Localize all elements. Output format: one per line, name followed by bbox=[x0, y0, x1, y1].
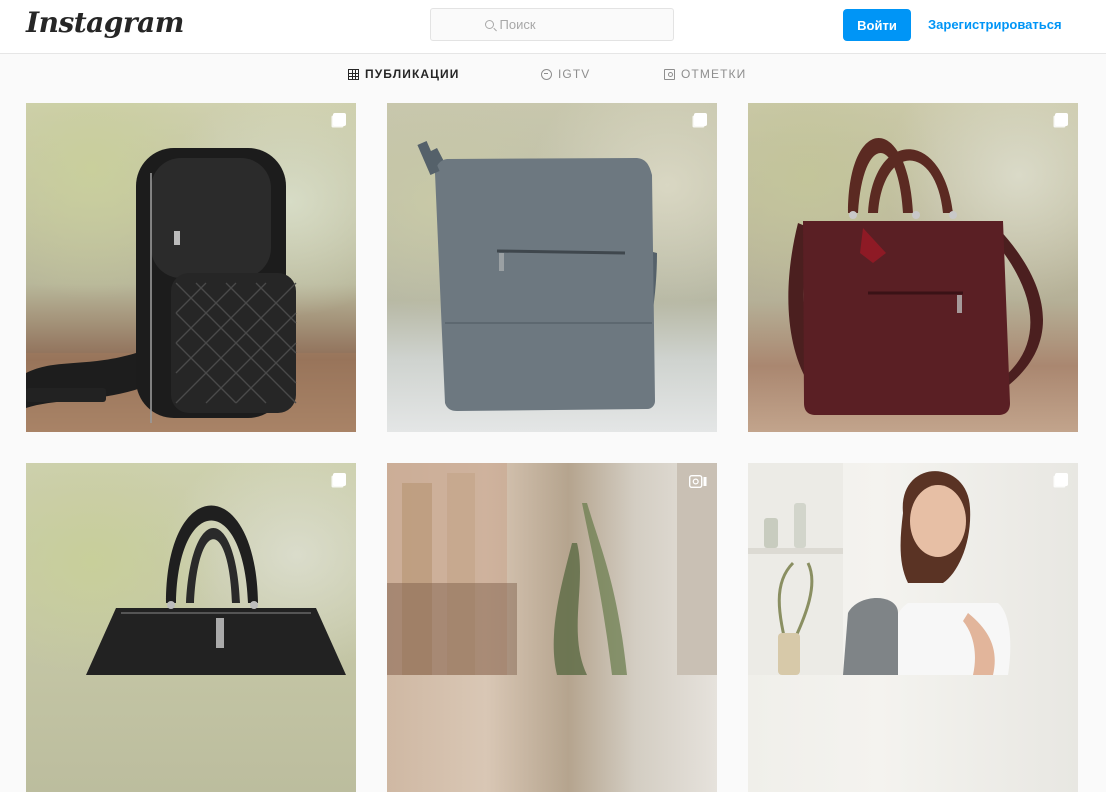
carousel-icon bbox=[333, 113, 346, 126]
post-image bbox=[788, 138, 1043, 415]
tab-igtv[interactable]: IGTV bbox=[541, 67, 590, 81]
login-button[interactable]: Войти bbox=[843, 9, 911, 41]
search-icon bbox=[484, 20, 494, 29]
top-navigation-bar: Instagram Войти Зарегистрироваться bbox=[0, 0, 1106, 54]
video-icon bbox=[688, 473, 707, 489]
grid-icon bbox=[348, 68, 359, 80]
signup-link[interactable]: Зарегистрироваться bbox=[928, 17, 1062, 32]
post-image bbox=[26, 148, 356, 432]
tab-label: ПУБЛИКАЦИИ bbox=[365, 67, 460, 81]
tab-label: ОТМЕТКИ bbox=[681, 67, 747, 81]
post-thumbnail[interactable] bbox=[748, 463, 1078, 792]
carousel-icon bbox=[1055, 473, 1068, 486]
post-image bbox=[748, 463, 1011, 675]
post-thumbnail[interactable] bbox=[26, 103, 356, 432]
post-thumbnail[interactable] bbox=[748, 103, 1078, 432]
carousel-icon bbox=[694, 113, 707, 126]
tagged-icon bbox=[664, 68, 675, 80]
carousel-icon bbox=[1055, 113, 1068, 126]
post-thumbnail[interactable] bbox=[26, 463, 356, 792]
search-input[interactable] bbox=[499, 17, 620, 32]
post-image bbox=[387, 463, 717, 675]
post-thumbnail[interactable] bbox=[387, 103, 717, 432]
post-thumbnail[interactable] bbox=[387, 463, 717, 792]
carousel-icon bbox=[333, 473, 346, 486]
search-box[interactable] bbox=[430, 8, 674, 41]
post-image bbox=[417, 141, 657, 411]
post-image bbox=[86, 505, 346, 675]
tab-tagged[interactable]: ОТМЕТКИ bbox=[664, 67, 746, 81]
tab-label: IGTV bbox=[558, 67, 591, 81]
igtv-icon bbox=[541, 68, 552, 80]
tab-publications[interactable]: ПУБЛИКАЦИИ bbox=[348, 67, 459, 81]
instagram-logo[interactable]: Instagram bbox=[26, 6, 184, 39]
profile-tabs: ПУБЛИКАЦИИ IGTV ОТМЕТКИ bbox=[0, 54, 1106, 98]
